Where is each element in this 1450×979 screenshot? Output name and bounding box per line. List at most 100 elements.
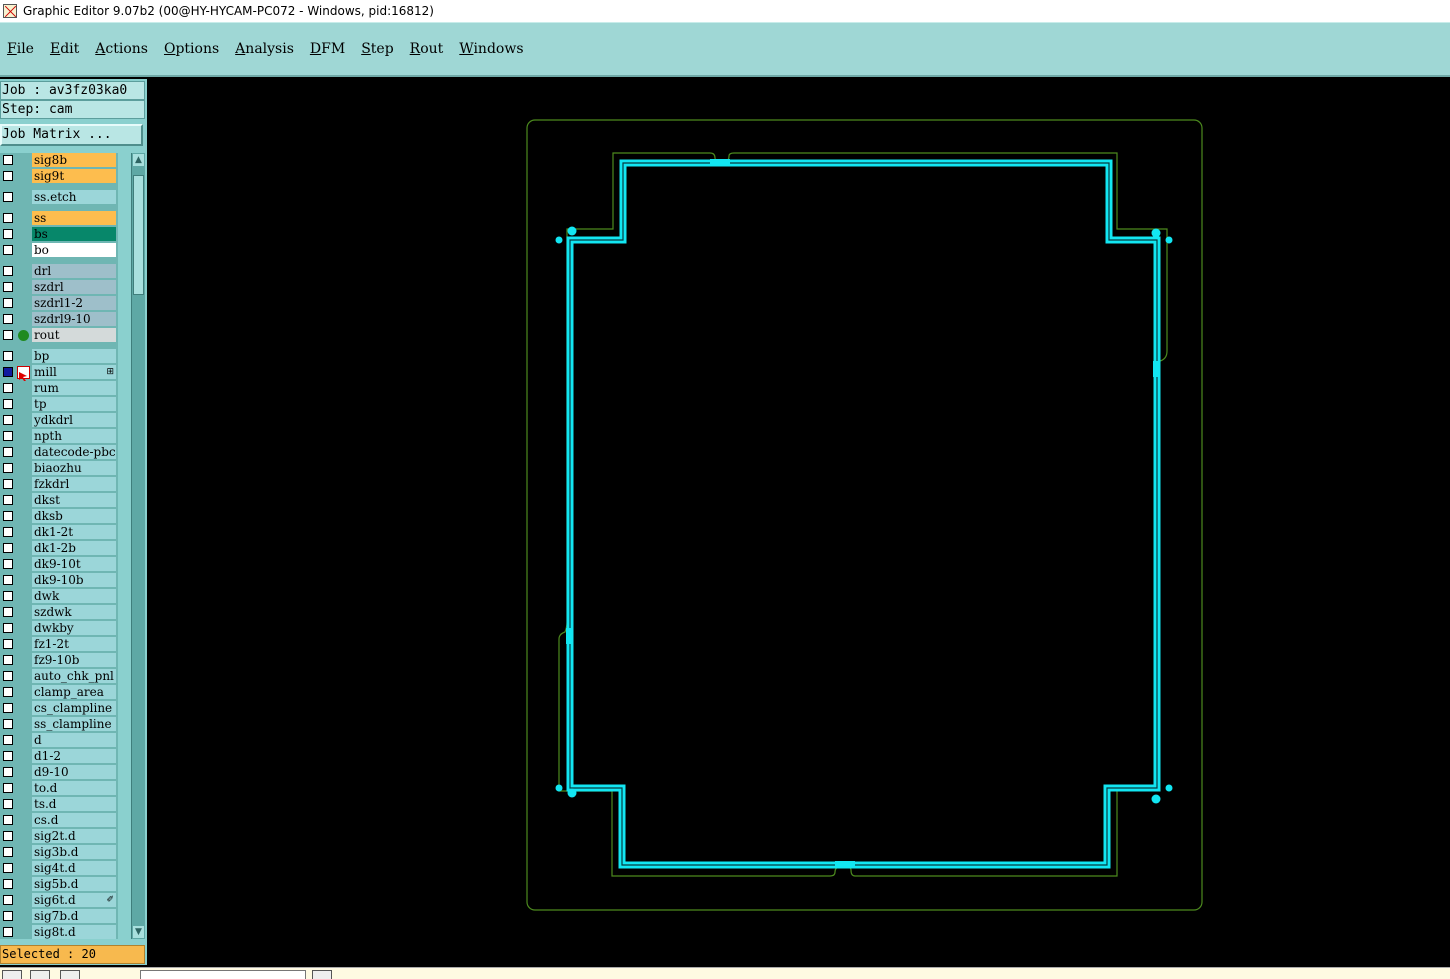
layer-checkbox[interactable] <box>3 559 13 569</box>
layer-checkbox[interactable] <box>3 575 13 585</box>
layer-checkbox[interactable] <box>3 171 13 181</box>
layer-row[interactable]: npth <box>0 429 118 444</box>
layer-row[interactable]: sig7b.d <box>0 909 118 924</box>
layer-row[interactable]: ts.d <box>0 797 118 812</box>
layer-checkbox[interactable] <box>3 879 13 889</box>
layer-row[interactable]: szdwk <box>0 605 118 620</box>
layer-checkbox[interactable] <box>3 895 13 905</box>
layer-checkbox[interactable] <box>3 607 13 617</box>
layer-name[interactable]: rout <box>32 328 116 342</box>
layer-name[interactable]: sig8b <box>32 153 116 167</box>
layer-row[interactable]: sig3b.d <box>0 845 118 860</box>
layer-name[interactable]: datecode-pbc <box>32 445 116 459</box>
layer-row[interactable]: fz1-2t <box>0 637 118 652</box>
layer-row[interactable]: tp <box>0 397 118 412</box>
layer-row[interactable]: sig8b <box>0 153 118 168</box>
toolbar-button-3[interactable] <box>60 970 80 979</box>
layer-name[interactable]: dksb <box>32 509 116 523</box>
layer-name[interactable]: fzkdrl <box>32 477 116 491</box>
layer-name[interactable]: d9-10 <box>32 765 116 779</box>
layer-checkbox[interactable] <box>3 495 13 505</box>
layer-row[interactable]: dk1-2b <box>0 541 118 556</box>
layer-checkbox[interactable] <box>3 245 13 255</box>
layer-name[interactable]: tp <box>32 397 116 411</box>
layer-row[interactable]: szdrl9-10 <box>0 312 118 327</box>
scroll-up-arrow-icon[interactable]: ▲ <box>133 154 144 166</box>
layer-checkbox[interactable] <box>3 671 13 681</box>
layer-row[interactable]: szdrl1-2 <box>0 296 118 311</box>
layer-name[interactable]: szdrl9-10 <box>32 312 116 326</box>
menu-options[interactable]: Options <box>164 41 219 57</box>
layer-row[interactable]: drl <box>0 264 118 279</box>
layer-name[interactable]: dk1-2b <box>32 541 116 555</box>
layer-name[interactable]: fz1-2t <box>32 637 116 651</box>
layer-name[interactable]: mill <box>32 365 116 379</box>
layer-row[interactable]: dk9-10t <box>0 557 118 572</box>
layer-row[interactable]: clamp_area <box>0 685 118 700</box>
menu-actions[interactable]: Actions <box>95 41 148 57</box>
layer-checkbox[interactable] <box>3 527 13 537</box>
layer-name[interactable]: ss_clampline <box>32 717 116 731</box>
layer-checkbox[interactable] <box>3 447 13 457</box>
layer-checkbox[interactable] <box>3 229 13 239</box>
layer-row[interactable]: datecode-pbc <box>0 445 118 460</box>
layer-name[interactable]: ss <box>32 211 116 225</box>
layer-name[interactable]: rum <box>32 381 116 395</box>
menu-windows[interactable]: Windows <box>459 41 523 57</box>
layer-name[interactable]: bo <box>32 243 116 257</box>
layer-row[interactable]: sig6t.d ✐ <box>0 893 118 908</box>
layer-checkbox[interactable] <box>3 314 13 324</box>
layer-name[interactable]: cs.d <box>32 813 116 827</box>
layer-row[interactable]: sig8t.d <box>0 925 118 939</box>
layer-row[interactable]: bo <box>0 243 118 258</box>
layer-checkbox[interactable] <box>3 591 13 601</box>
layer-checkbox[interactable] <box>3 213 13 223</box>
layer-row[interactable]: cs.d <box>0 813 118 828</box>
layer-name[interactable]: ts.d <box>32 797 116 811</box>
layer-row[interactable]: dk9-10b <box>0 573 118 588</box>
layer-name[interactable]: bs <box>32 227 116 241</box>
layer-checkbox[interactable] <box>3 767 13 777</box>
layer-row[interactable]: ss.etch <box>0 190 118 205</box>
layer-row[interactable]: d1-2 <box>0 749 118 764</box>
work-layer-arrow-icon[interactable] <box>17 366 30 381</box>
layer-name[interactable]: sig8t.d <box>32 925 116 939</box>
menu-rout[interactable]: Rout <box>410 41 444 57</box>
layer-checkbox[interactable] <box>3 863 13 873</box>
layer-checkbox[interactable] <box>3 415 13 425</box>
layer-row[interactable]: cs_clampline <box>0 701 118 716</box>
layer-checkbox[interactable] <box>3 703 13 713</box>
layer-checkbox[interactable] <box>3 687 13 697</box>
menu-file[interactable]: File <box>7 41 34 57</box>
layer-row[interactable]: d <box>0 733 118 748</box>
layer-name[interactable]: szdwk <box>32 605 116 619</box>
layer-name[interactable]: d <box>32 733 116 747</box>
layer-checkbox[interactable] <box>3 431 13 441</box>
menu-dfm[interactable]: DFM <box>310 41 345 57</box>
layer-row[interactable]: rum <box>0 381 118 396</box>
toolbar-button-2[interactable] <box>30 970 50 979</box>
layer-name[interactable]: sig7b.d <box>32 909 116 923</box>
layer-row[interactable]: ydkdrl <box>0 413 118 428</box>
layer-name[interactable]: sig4t.d <box>32 861 116 875</box>
layer-row[interactable]: sig9t <box>0 169 118 184</box>
layer-row[interactable]: to.d <box>0 781 118 796</box>
layer-list-scrollbar[interactable]: ▲ ▼ <box>131 153 145 939</box>
layer-checkbox[interactable] <box>3 543 13 553</box>
layer-row[interactable]: dkst <box>0 493 118 508</box>
layer-checkbox[interactable] <box>3 282 13 292</box>
layer-checkbox[interactable] <box>3 719 13 729</box>
scroll-down-arrow-icon[interactable]: ▼ <box>133 926 144 938</box>
layer-checkbox[interactable] <box>3 639 13 649</box>
layer-name[interactable]: sig3b.d <box>32 845 116 859</box>
layer-name[interactable]: ydkdrl <box>32 413 116 427</box>
layer-row[interactable]: biaozhu <box>0 461 118 476</box>
layer-name[interactable]: sig2t.d <box>32 829 116 843</box>
layer-name[interactable]: dk1-2t <box>32 525 116 539</box>
job-matrix-button[interactable]: Job Matrix ... <box>0 124 143 146</box>
layer-name[interactable]: dk9-10b <box>32 573 116 587</box>
command-input[interactable] <box>140 970 306 979</box>
layer-name[interactable]: cs_clampline <box>32 701 116 715</box>
layer-row[interactable]: szdrl <box>0 280 118 295</box>
layer-name[interactable]: dk9-10t <box>32 557 116 571</box>
